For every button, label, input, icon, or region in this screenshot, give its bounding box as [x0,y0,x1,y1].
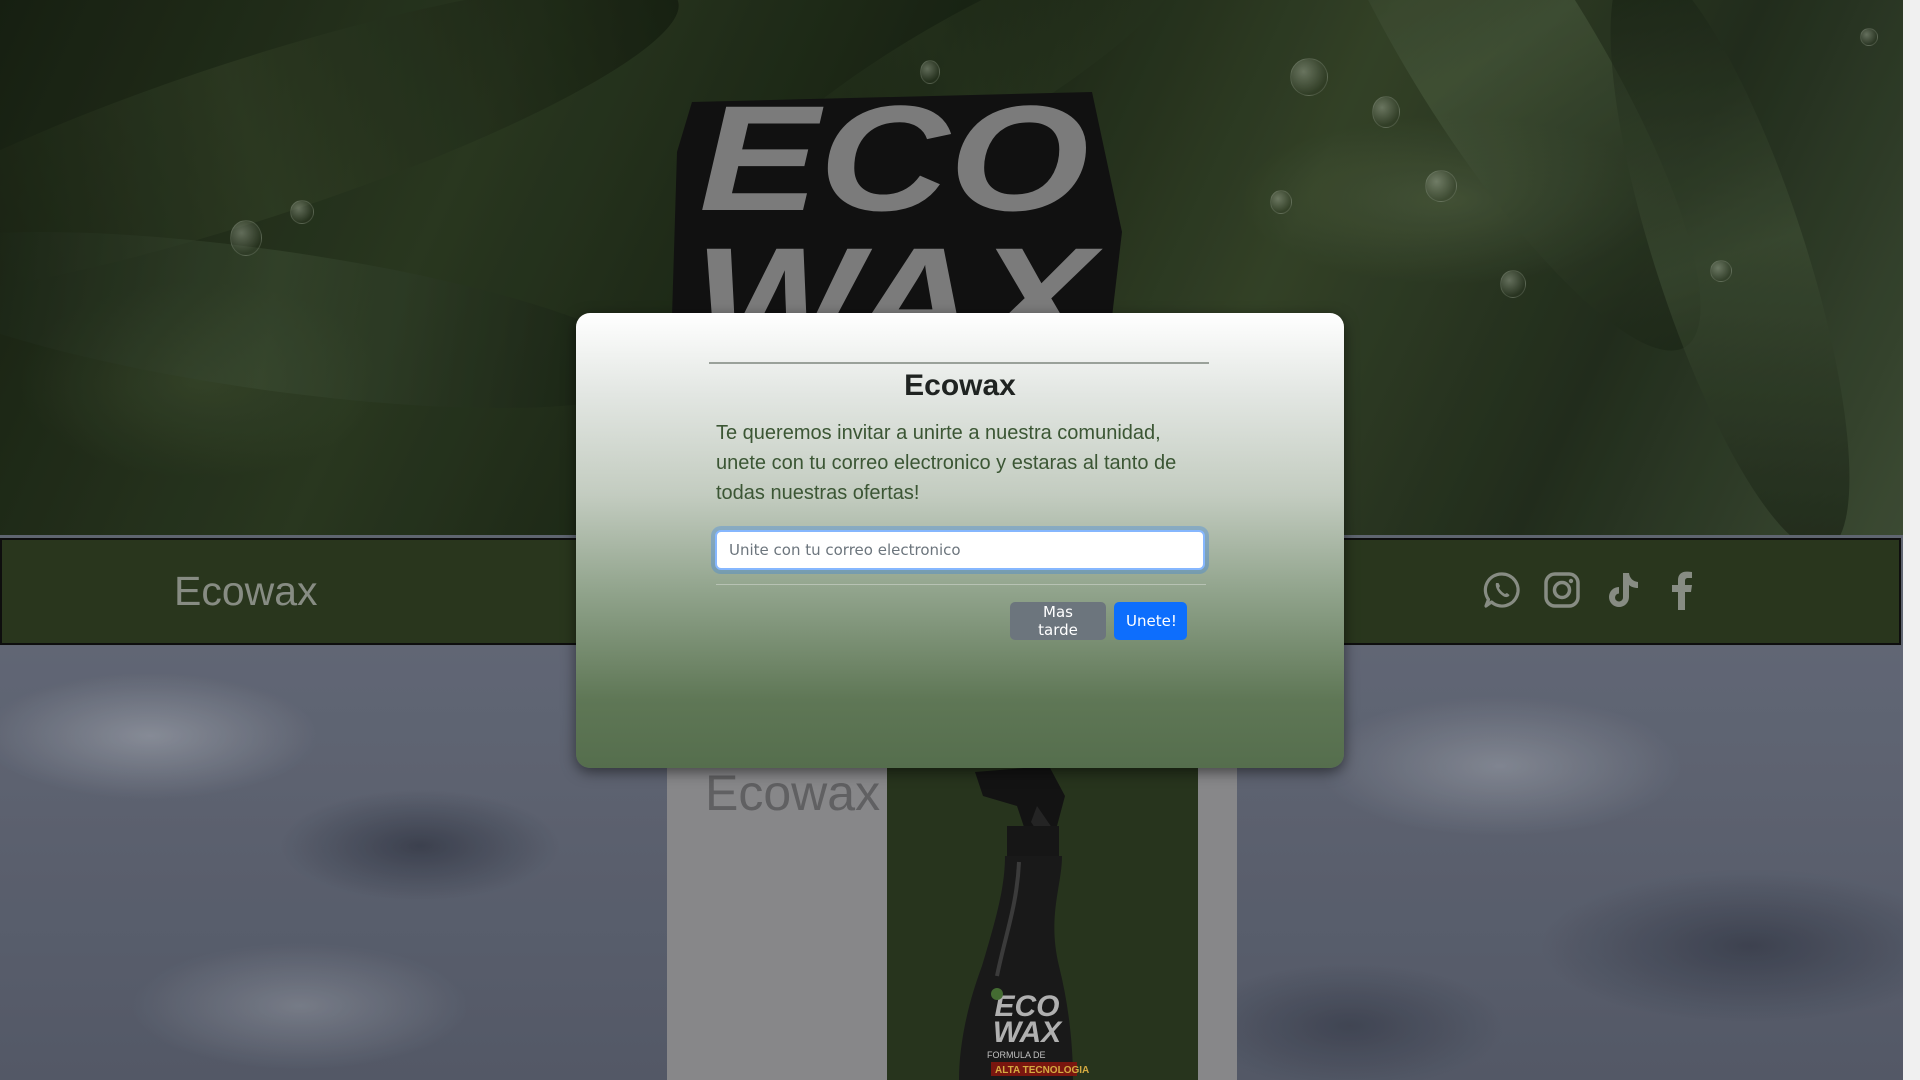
page-scrollbar[interactable] [1903,0,1920,1080]
modal-divider [716,584,1206,585]
modal-divider-top [709,362,1209,364]
join-button[interactable]: Unete! [1114,602,1187,640]
newsletter-modal: Ecowax Te queremos invitar a unirte a nu… [576,313,1344,768]
later-button[interactable]: Mas tarde [1010,602,1106,640]
modal-message: Te queremos invitar a unirte a nuestra c… [716,422,1177,504]
email-input[interactable] [715,530,1205,570]
modal-title: Ecowax [904,369,1016,402]
